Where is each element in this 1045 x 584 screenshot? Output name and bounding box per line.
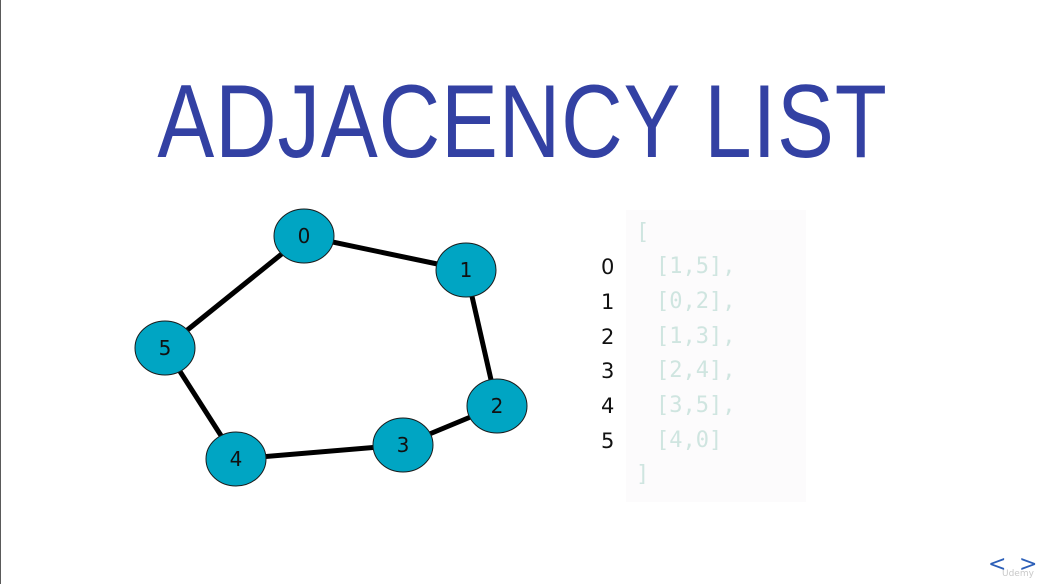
graph-node-label-3: 3 [397, 433, 410, 457]
adjacency-row-2: [1,3], [656, 324, 736, 349]
list-open-bracket: [ [636, 220, 650, 245]
row-index-2: 2 [601, 325, 615, 349]
graph-node-label-1: 1 [460, 258, 473, 282]
row-index-0: 0 [601, 255, 615, 279]
adjacency-row-0: [1,5], [656, 254, 736, 279]
row-index-5: 5 [601, 429, 615, 453]
row-index-1: 1 [601, 290, 615, 314]
row-index-4: 4 [601, 394, 615, 418]
adjacency-row-5: [4,0] [656, 428, 723, 453]
adjacency-list-code: [ [1,5], [0,2], [1,3], [2,4], [3,5], [4,… [626, 210, 806, 502]
row-index-3: 3 [601, 359, 615, 383]
graph-node-label-4: 4 [230, 447, 243, 471]
list-close-bracket: ] [636, 462, 650, 487]
adjacency-row-4: [3,5], [656, 393, 736, 418]
adjacency-row-1: [0,2], [656, 289, 736, 314]
graph-node-label-0: 0 [298, 224, 311, 248]
graph-node-label-2: 2 [491, 394, 504, 418]
graph-diagram: 0 1 2 3 4 5 [134, 208, 528, 487]
adjacency-row-3: [2,4], [656, 358, 736, 383]
graph-node-label-5: 5 [159, 336, 172, 360]
udemy-watermark: Udemy [1002, 569, 1034, 579]
